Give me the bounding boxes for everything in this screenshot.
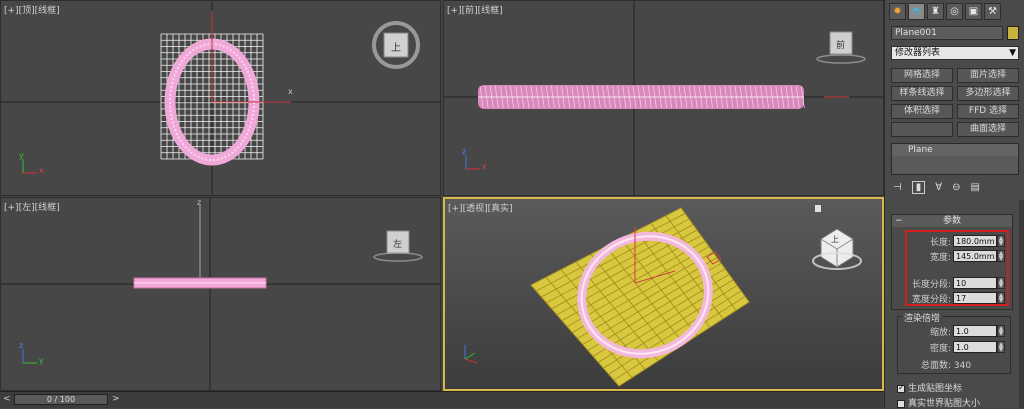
density-spinner[interactable]: ▲ ▼ (997, 341, 1005, 353)
viewport-left[interactable]: [+][左][线框] 左 z z y (0, 197, 441, 391)
width-segs-spinner[interactable]: ▲ ▼ (997, 292, 1005, 304)
modifier-list-text: 修改器列表 (895, 48, 941, 58)
viewcube-front-face[interactable]: 前 (836, 38, 845, 51)
utilities-tab-icon[interactable]: ⚒ (984, 3, 1001, 20)
axis-x-gizmo-front: x (482, 162, 487, 171)
gen-map-coords-row[interactable]: ✓ 生成贴图坐标 (897, 381, 962, 394)
axis-x-gizmo-top: x (39, 166, 44, 175)
viewport-top-label[interactable]: [+][顶][线框] (4, 3, 60, 16)
perspective-canvas (464, 205, 862, 387)
real-world-map-row[interactable]: 真实世界贴图大小 (897, 396, 980, 409)
viewport-top[interactable]: [+][顶][线框] 上 x y x (0, 0, 441, 196)
length-segs-spinner[interactable]: ▲ ▼ (997, 277, 1005, 289)
poly-select-button[interactable]: 多边形选择 (957, 86, 1019, 101)
length-spinner[interactable]: ▲ ▼ (997, 235, 1005, 247)
timeline-prev-button[interactable]: < (3, 394, 11, 404)
axis-x-top: x (288, 87, 293, 96)
surface-select-button[interactable]: 曲面选择 (957, 122, 1019, 137)
remove-modifier-icon[interactable]: ⊖ (952, 182, 960, 193)
modify-tab-icon[interactable]: ◓ (908, 3, 925, 20)
viewport-front[interactable]: [+][前][线框] 前 z x (443, 0, 884, 196)
checkmark-icon: ✓ (898, 382, 905, 392)
stack-item-plane[interactable]: Plane (892, 144, 1018, 156)
viewcube-perspective-face[interactable]: 上 (831, 234, 839, 245)
modifier-list-dropdown[interactable]: 修改器列表 ▼ (891, 46, 1019, 60)
width-label: 宽度: (929, 253, 951, 263)
gen-map-coords-checkbox[interactable]: ✓ (897, 382, 905, 393)
top-view-canvas (1, 1, 440, 195)
command-panel: ✹ ◓ ♜ ◎ ▣ ⚒ Plane001 修改器列表 ▼ 网格选择 面片选择 样… (884, 0, 1024, 409)
width-input[interactable]: 145.0mm (953, 250, 997, 262)
length-input[interactable]: 180.0mm (953, 235, 997, 247)
make-unique-icon[interactable]: ∀ (935, 182, 942, 193)
real-world-map-checkbox[interactable] (897, 399, 905, 408)
width-segs-input[interactable]: 17 (953, 292, 997, 304)
width-spinner[interactable]: ▲ ▼ (997, 250, 1005, 262)
length-label: 长度: (929, 238, 951, 248)
volume-select-button[interactable]: 体积选择 (891, 104, 953, 119)
modifier-buttons: 网格选择 面片选择 样条线选择 多边形选择 体积选择 FFD 选择 曲面选择 (891, 68, 1019, 137)
torus-front (478, 85, 805, 109)
gen-map-coords-label: 生成贴图坐标 (908, 384, 963, 394)
create-tab-icon[interactable]: ✹ (889, 3, 906, 20)
params-title: 参数 (942, 216, 961, 226)
spline-select-button[interactable]: 样条线选择 (891, 86, 953, 101)
scale-label: 缩放: (929, 328, 951, 338)
width-segs-label: 宽度分段: (911, 295, 951, 305)
ffd-select-button[interactable]: FFD 选择 (957, 104, 1019, 119)
hierarchy-tab-icon[interactable]: ♜ (927, 3, 944, 20)
axis-z-gizmo-front: z (462, 147, 467, 156)
show-end-result-icon[interactable]: ▮ (911, 180, 926, 194)
mesh-select-button[interactable]: 网格选择 (891, 68, 953, 83)
total-faces-readout: 总面数: 340 (921, 361, 972, 371)
viewport-left-label[interactable]: [+][左][线框] (4, 200, 60, 213)
viewcube-left-face[interactable]: 左 (393, 237, 402, 250)
timeline-bar[interactable]: < 0 / 100 > (0, 391, 884, 408)
axis-z-label-left: z (197, 198, 202, 207)
frame-counter: 0 / 100 (46, 395, 76, 404)
params-rollout-header[interactable]: − 参数 (892, 215, 1012, 227)
pin-stack-icon[interactable]: ⊣ (893, 182, 902, 193)
density-label: 密度: (929, 344, 951, 354)
configure-sets-icon[interactable]: ▤ (970, 182, 979, 193)
time-slider[interactable]: 0 / 100 (14, 394, 108, 405)
length-segs-input[interactable]: 10 (953, 277, 997, 289)
object-color-swatch[interactable] (1007, 26, 1019, 40)
empty-modifier-slot[interactable] (891, 122, 953, 137)
axis-y-gizmo-left: y (39, 356, 44, 365)
object-name-field[interactable]: Plane001 (891, 26, 1003, 40)
scale-input[interactable]: 1.0 (953, 325, 997, 337)
command-panel-tabs: ✹ ◓ ♜ ◎ ▣ ⚒ (885, 0, 1024, 23)
stack-toolbar: ⊣ ▮ ∀ ⊖ ▤ (893, 180, 1019, 194)
motion-tab-icon[interactable]: ◎ (946, 3, 963, 20)
patch-select-button[interactable]: 面片选择 (957, 68, 1019, 83)
chevron-down-icon: ▼ (1009, 48, 1016, 58)
front-view-canvas (444, 1, 883, 195)
viewcube-top-face[interactable]: 上 (391, 39, 401, 54)
timeline-next-button[interactable]: > (112, 394, 120, 404)
axis-z-gizmo-left: z (19, 341, 24, 350)
viewport-front-label[interactable]: [+][前][线框] (447, 3, 503, 16)
viewport-perspective-label[interactable]: [+][透视][真实] (448, 201, 513, 214)
modifier-stack[interactable]: Plane (891, 143, 1019, 175)
density-input[interactable]: 1.0 (953, 341, 997, 353)
render-multipliers-title: 渲染倍增 (902, 311, 943, 324)
display-tab-icon[interactable]: ▣ (965, 3, 982, 20)
scale-spinner[interactable]: ▲ ▼ (997, 325, 1005, 337)
collapse-icon: − (895, 216, 903, 226)
viewport-perspective[interactable]: [+][透视][真实] 上 (443, 197, 884, 391)
lock-icon (815, 205, 821, 212)
axis-y-gizmo-top: y (19, 151, 24, 160)
panel-scrollbar[interactable] (1019, 200, 1024, 408)
left-view-canvas (1, 198, 440, 390)
length-segs-label: 长度分段: (911, 280, 951, 290)
